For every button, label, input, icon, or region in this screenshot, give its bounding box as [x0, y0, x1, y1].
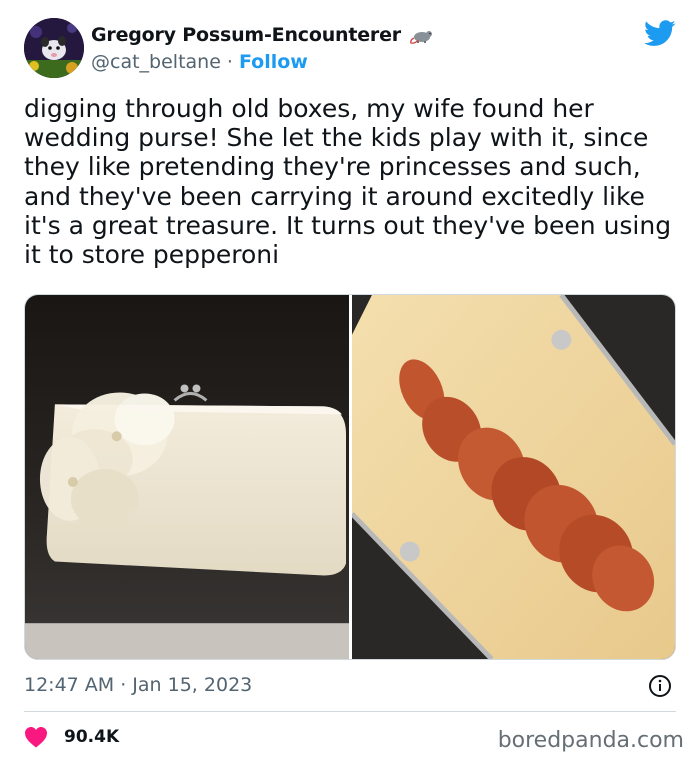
like-count: 90.4K [64, 727, 120, 747]
tweet-timestamp[interactable]: 12:47 AM · Jan 15, 2023 [24, 674, 252, 696]
follow-button[interactable]: Follow [239, 51, 308, 73]
author-handle[interactable]: @cat_beltane [91, 51, 221, 73]
author-avatar[interactable] [24, 18, 84, 78]
purse-closed-image [25, 295, 349, 659]
heart-icon[interactable] [24, 726, 48, 748]
rat-emoji-icon [410, 31, 432, 44]
twitter-bird-icon[interactable] [644, 20, 676, 47]
closed-white-purse-photo[interactable] [25, 295, 349, 659]
open-purse-pepperoni-photo[interactable] [352, 295, 675, 659]
possum-avatar-icon [24, 18, 84, 78]
tweet-media [24, 294, 676, 660]
info-icon[interactable] [648, 674, 672, 698]
separator-dot: · [226, 51, 233, 73]
like-row[interactable]: 90.4K [24, 726, 119, 748]
tweet-text: digging through old boxes, my wife found… [24, 94, 672, 270]
author-display-name[interactable]: Gregory Possum-Encounterer [91, 24, 401, 46]
tweet-header: Gregory Possum-Encounterer @cat_beltane ·… [24, 18, 676, 80]
divider [24, 711, 676, 712]
boredpanda-watermark: boredpanda.com [497, 728, 684, 753]
tweet-meta: 12:47 AM · Jan 15, 2023 [24, 674, 676, 700]
purse-open-image [352, 295, 675, 659]
